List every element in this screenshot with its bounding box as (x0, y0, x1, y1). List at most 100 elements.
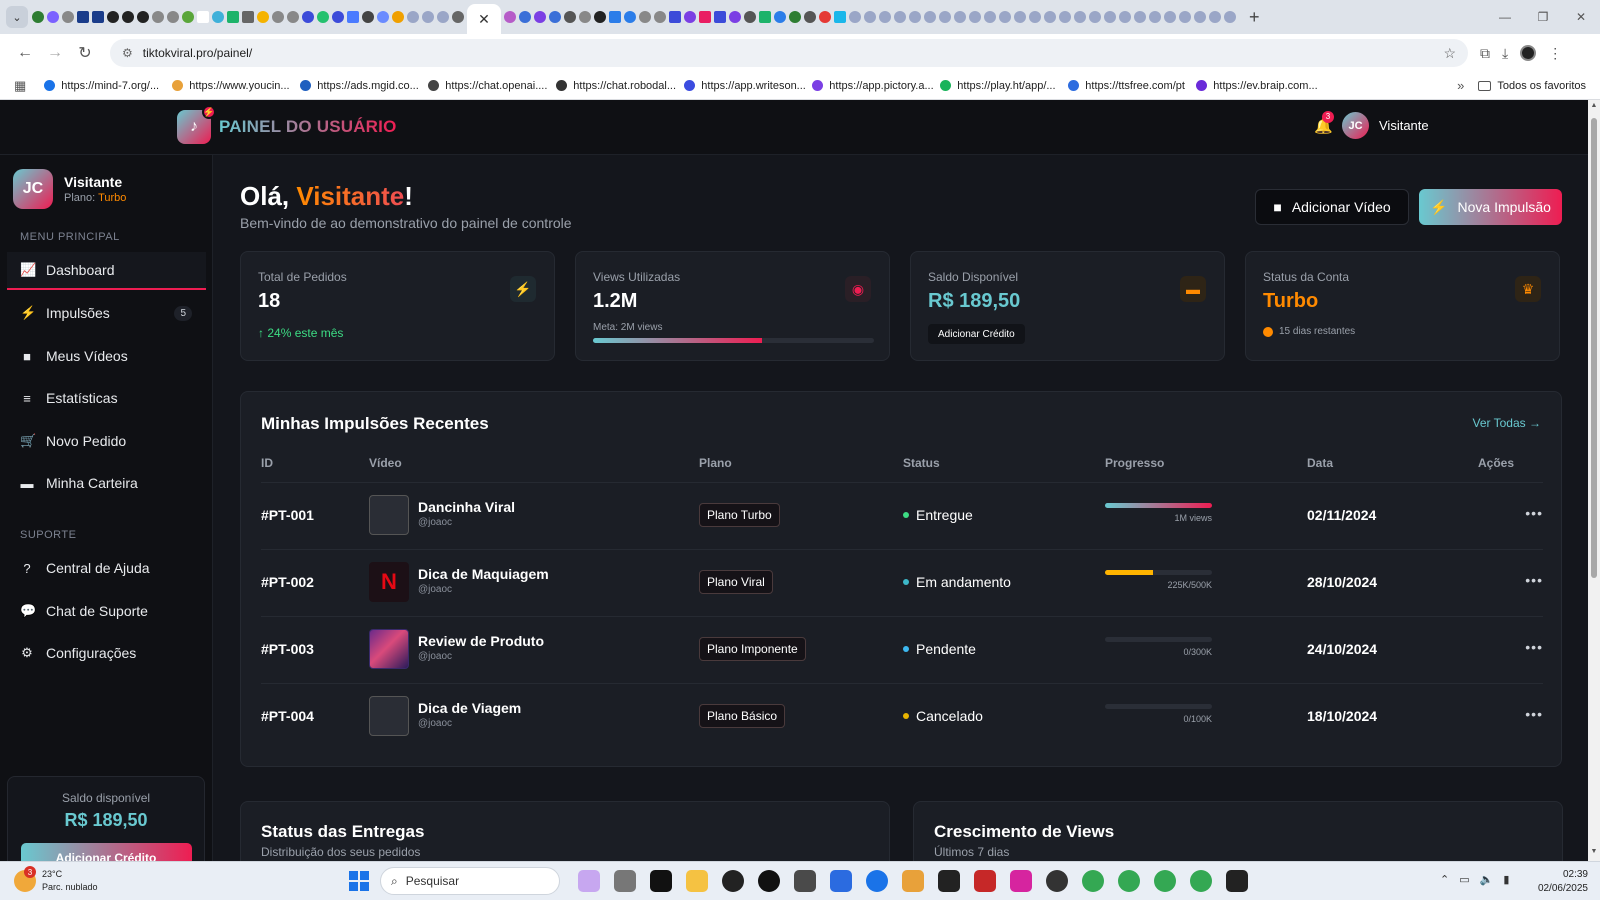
chrome-icon[interactable] (1082, 870, 1104, 892)
bookmark-star-icon[interactable]: ☆ (1443, 45, 1456, 62)
sidebar-item-dashboard[interactable]: 📈 Dashboard (7, 252, 206, 290)
sidebar-item-chat-suporte[interactable]: 💬 Chat de Suporte (7, 592, 206, 630)
tab-favicon[interactable] (272, 11, 284, 23)
tab-favicon[interactable] (999, 11, 1011, 23)
menu-dots-icon[interactable]: ⋮ (1548, 45, 1562, 62)
see-all-link[interactable]: Ver Todas → (1473, 416, 1542, 430)
bookmark-item[interactable]: https://ttsfree.com/pt (1068, 80, 1196, 92)
table-row[interactable]: #PT-001 Dancinha Viral @joaoc Plano Turb… (261, 482, 1543, 549)
tab-favicon[interactable] (669, 11, 681, 23)
more-actions-icon[interactable]: ••• (1525, 706, 1543, 722)
all-bookmarks-folder[interactable]: Todos os favoritos (1478, 80, 1586, 92)
tab-favicon[interactable] (534, 11, 546, 23)
tab-favicon[interactable] (1044, 11, 1056, 23)
bookmark-item[interactable]: https://chat.robodal... (556, 80, 684, 92)
tab-favicon[interactable] (564, 11, 576, 23)
tab-favicon[interactable] (879, 11, 891, 23)
tab-favicon[interactable] (1149, 11, 1161, 23)
bookmark-item[interactable]: https://ads.mgid.co... (300, 80, 428, 92)
capcut-icon[interactable] (938, 870, 960, 892)
taskbar-app-icon[interactable] (578, 870, 600, 892)
tab-favicon[interactable] (452, 11, 464, 23)
tab-favicon[interactable] (242, 11, 254, 23)
tab-favicon[interactable] (744, 11, 756, 23)
taskbar-app-icon[interactable] (758, 870, 780, 892)
tab-favicon[interactable] (1119, 11, 1131, 23)
tab-favicon[interactable] (227, 11, 239, 23)
calculator-icon[interactable] (794, 870, 816, 892)
avatar[interactable]: JC (1342, 112, 1369, 139)
tab-favicon[interactable] (62, 11, 74, 23)
more-actions-icon[interactable]: ••• (1525, 505, 1543, 521)
tab-favicon[interactable] (699, 11, 711, 23)
chrome-icon[interactable] (1154, 870, 1176, 892)
tab-favicon[interactable] (579, 11, 591, 23)
site-info-icon[interactable]: ⚙ (122, 46, 133, 60)
capcut-icon[interactable] (1226, 870, 1248, 892)
tab-favicon[interactable] (122, 11, 134, 23)
bookmarks-overflow-icon[interactable]: » (1457, 78, 1464, 93)
minimize-icon[interactable]: — (1486, 10, 1524, 24)
tab-favicon[interactable] (332, 11, 344, 23)
table-row[interactable]: #PT-002 N Dica de Maquiagem @joaoc Plano… (261, 549, 1543, 616)
tab-favicon[interactable] (47, 11, 59, 23)
tab-favicon[interactable] (504, 11, 516, 23)
sidebar-item-minha-carteira[interactable]: ▬ Minha Carteira (7, 464, 206, 502)
tab-favicon[interactable] (804, 11, 816, 23)
tab-favicon[interactable] (714, 11, 726, 23)
bell-icon[interactable]: 🔔 3 (1314, 110, 1334, 135)
sidebar-item-estatisticas[interactable]: ≡ Estatísticas (7, 379, 206, 417)
sidebar-item-impulsoes[interactable]: ⚡ Impulsões 5 (7, 294, 206, 332)
tab-favicon[interactable] (257, 11, 269, 23)
network-icon[interactable]: ▭ (1459, 873, 1469, 886)
tab-favicon[interactable] (924, 11, 936, 23)
tab-favicon[interactable] (287, 11, 299, 23)
tab-favicon[interactable] (302, 11, 314, 23)
tab-favicon[interactable] (137, 11, 149, 23)
tab-favicon[interactable] (377, 11, 389, 23)
forward-icon[interactable]: → (40, 44, 70, 62)
tray-chevron-icon[interactable]: ⌃ (1440, 873, 1449, 886)
chrome-icon[interactable] (1190, 870, 1212, 892)
tab-favicon[interactable] (594, 11, 606, 23)
omnibox[interactable]: ⚙ tiktokviral.pro/painel/ ☆ (110, 39, 1468, 67)
tab-favicon[interactable] (864, 11, 876, 23)
reload-icon[interactable]: ↻ (70, 43, 100, 63)
sidebar-item-novo-pedido[interactable]: 🛒 Novo Pedido (7, 422, 206, 460)
tab-favicon[interactable] (212, 11, 224, 23)
scroll-up-icon[interactable]: ▲ (1589, 102, 1599, 109)
bookmark-item[interactable]: https://app.pictory.a... (812, 80, 940, 92)
tab-favicon[interactable] (549, 11, 561, 23)
scroll-down-icon[interactable]: ▼ (1589, 848, 1599, 855)
tab-favicon[interactable] (1134, 11, 1146, 23)
bookmark-item[interactable]: https://app.writeson... (684, 80, 812, 92)
tab-favicon[interactable] (1104, 11, 1116, 23)
tab-favicon[interactable] (1074, 11, 1086, 23)
back-icon[interactable]: ← (10, 44, 40, 62)
tab-favicon[interactable] (197, 11, 209, 23)
tab-favicon[interactable] (639, 11, 651, 23)
active-tab-close-icon[interactable]: ✕ (467, 4, 501, 34)
tab-favicon[interactable] (1224, 11, 1236, 23)
more-actions-icon[interactable]: ••• (1525, 572, 1543, 588)
tab-favicon[interactable] (392, 11, 404, 23)
table-row[interactable]: #PT-004 Dica de Viagem @joaoc Plano Bási… (261, 683, 1543, 750)
tab-favicon[interactable] (167, 11, 179, 23)
tab-favicon[interactable] (1014, 11, 1026, 23)
taskbar-search[interactable]: ⌕ Pesquisar (380, 867, 560, 895)
tab-favicon[interactable] (1089, 11, 1101, 23)
chatgpt-icon[interactable] (1046, 870, 1068, 892)
tab-favicon[interactable] (182, 11, 194, 23)
brand[interactable]: ♪ ⚡ PAINEL DO USUÁRIO (177, 105, 397, 144)
card-add-credit-button[interactable]: Adicionar Crédito (928, 324, 1025, 344)
tab-favicon[interactable] (819, 11, 831, 23)
topbar-username[interactable]: Visitante (1379, 118, 1429, 133)
chrome-icon[interactable] (1118, 870, 1140, 892)
maximize-icon[interactable]: ❐ (1524, 10, 1562, 24)
tab-favicon[interactable] (347, 11, 359, 23)
tab-favicon[interactable] (407, 11, 419, 23)
tab-favicon[interactable] (729, 11, 741, 23)
battery-icon[interactable]: ▮ (1503, 873, 1509, 886)
volume-icon[interactable]: 🔈 (1480, 873, 1494, 886)
tab-favicon[interactable] (624, 11, 636, 23)
